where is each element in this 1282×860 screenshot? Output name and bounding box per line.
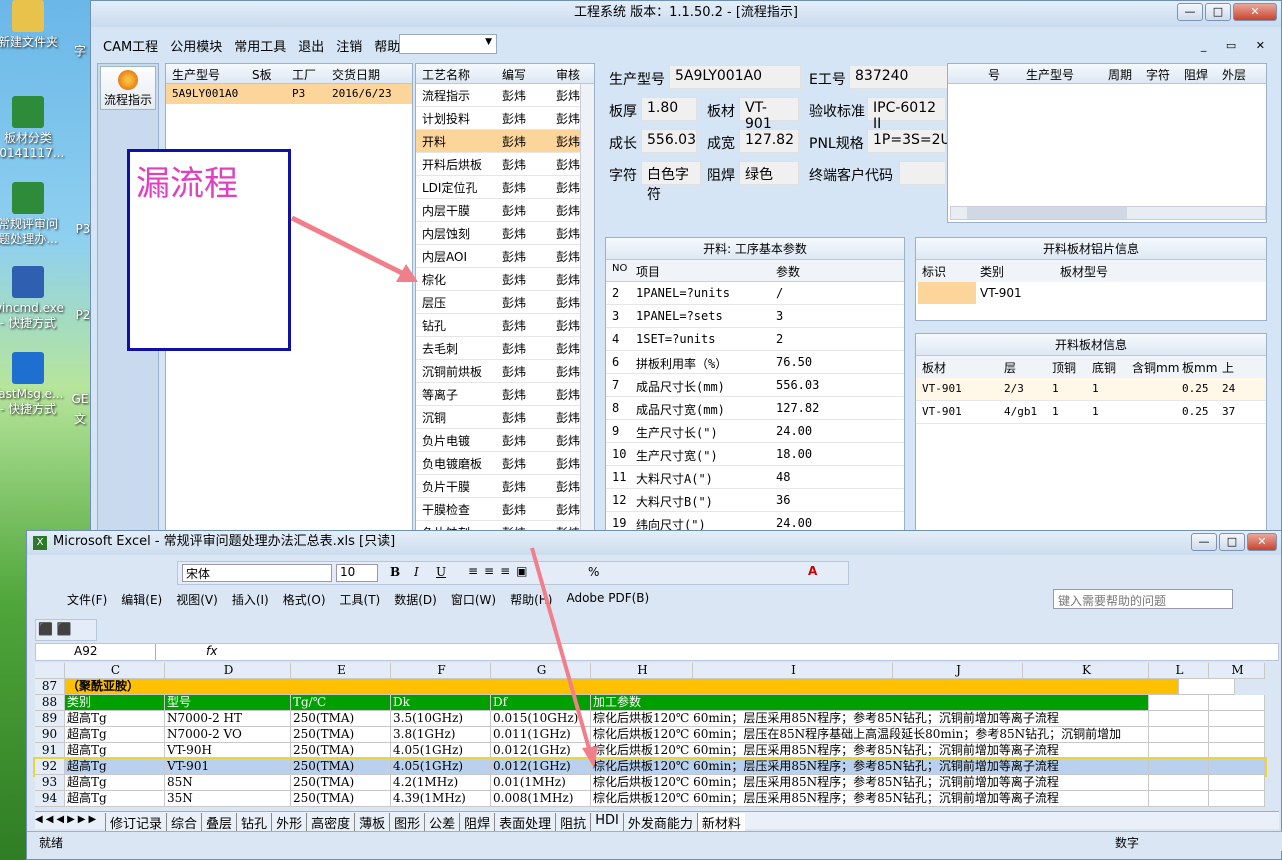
- arrowhead-2: [582, 746, 598, 768]
- annotation-arrows: [290, 215, 598, 768]
- arrow-line-2: [530, 547, 592, 753]
- arrow-line-1: [290, 215, 410, 279]
